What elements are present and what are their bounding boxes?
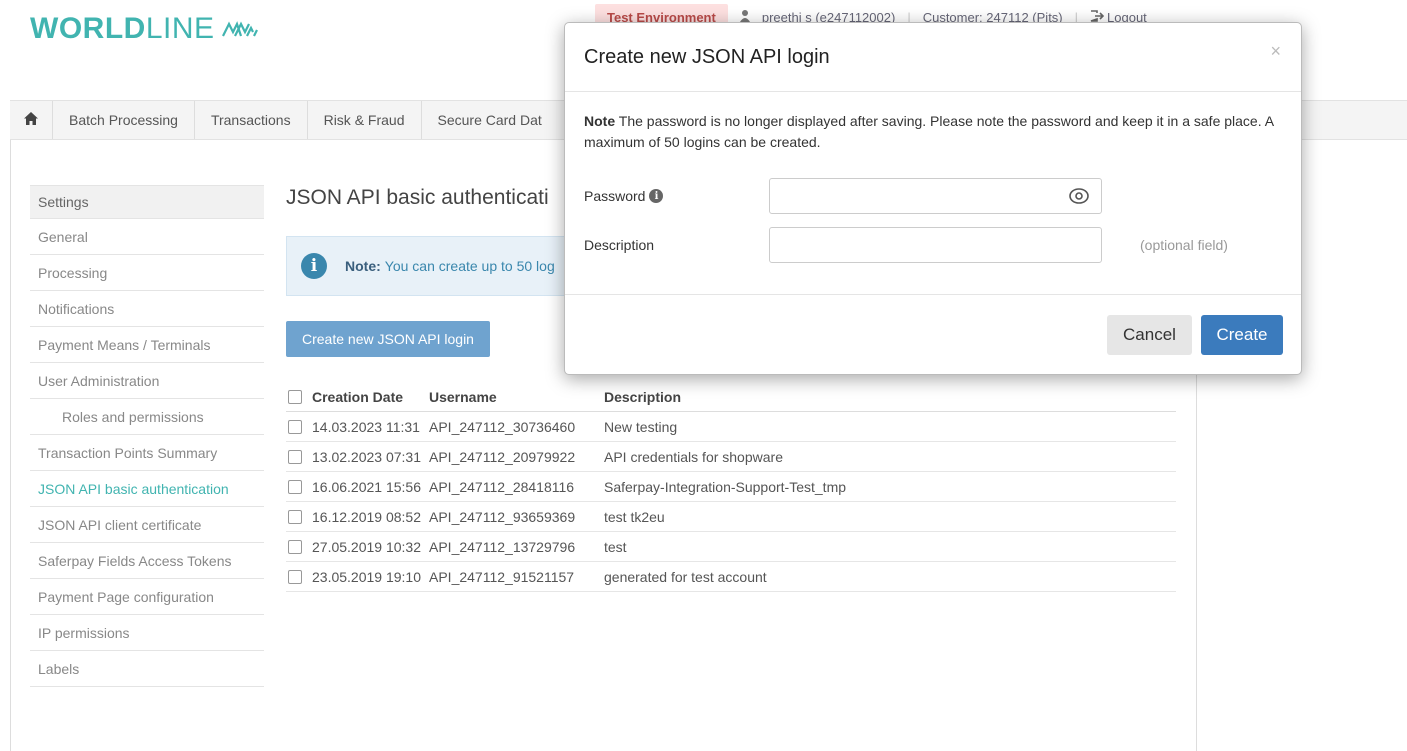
cell-description: test tk2eu xyxy=(604,508,665,525)
select-all-checkbox[interactable] xyxy=(288,389,302,404)
password-field[interactable] xyxy=(769,178,1102,214)
cell-username: API_247112_13729796 xyxy=(429,538,576,555)
settings-sidebar: Settings General Processing Notification… xyxy=(30,185,264,687)
cell-username: API_247112_20979922 xyxy=(429,448,576,465)
table-header-row: Creation Date Username Description xyxy=(286,382,1176,412)
modal-body: Note The password is no longer displayed… xyxy=(565,92,1301,172)
cell-description: Saferpay-Integration-Support-Test_tmp xyxy=(604,478,847,495)
modal-footer: Cancel Create xyxy=(565,294,1301,375)
description-label: Description xyxy=(584,237,655,253)
modal-note-text: The password is no longer displayed afte… xyxy=(584,113,1274,150)
info-icon: i xyxy=(301,253,327,279)
sidebar-item-labels[interactable]: Labels xyxy=(30,651,264,687)
sidebar-item-transaction-points[interactable]: Transaction Points Summary xyxy=(30,435,264,471)
cell-date: 16.12.2019 08:52 xyxy=(312,508,421,525)
cell-description: New testing xyxy=(604,418,678,435)
nav-risk-fraud[interactable]: Risk & Fraud xyxy=(308,101,422,139)
table-row[interactable]: 16.12.2019 08:52 API_247112_93659369 tes… xyxy=(286,502,1176,532)
sidebar-item-json-api-client-cert[interactable]: JSON API client certificate xyxy=(30,507,264,543)
nav-transactions[interactable]: Transactions xyxy=(195,101,308,139)
nav-secure-card-data[interactable]: Secure Card Dat xyxy=(422,101,558,139)
cell-description: generated for test account xyxy=(604,568,767,585)
modal-note: Note The password is no longer displayed… xyxy=(584,111,1282,153)
info-alert: i Note: You can create up to 50 log xyxy=(286,236,576,296)
sidebar-item-ip-permissions[interactable]: IP permissions xyxy=(30,615,264,651)
table-row[interactable]: 14.03.2023 11:31 API_247112_30736460 New… xyxy=(286,412,1176,442)
info-note-label: Note: xyxy=(345,258,381,274)
col-description[interactable]: Description xyxy=(602,389,681,405)
sidebar-item-json-api-basic-auth[interactable]: JSON API basic authentication xyxy=(30,471,264,507)
row-checkbox[interactable] xyxy=(288,449,302,464)
create-login-modal: Create new JSON API login × Note The pas… xyxy=(564,22,1302,375)
description-field[interactable] xyxy=(769,227,1102,263)
password-row: Password i xyxy=(584,178,1102,214)
sidebar-item-saferpay-fields-tokens[interactable]: Saferpay Fields Access Tokens xyxy=(30,543,264,579)
cell-username: API_247112_30736460 xyxy=(429,418,576,435)
logins-table: Creation Date Username Description 14.03… xyxy=(286,382,1176,592)
col-creation-date[interactable]: Creation Date xyxy=(302,389,417,405)
cell-date: 27.05.2019 10:32 xyxy=(312,538,421,555)
sidebar-item-processing[interactable]: Processing xyxy=(30,255,264,291)
create-json-api-login-button[interactable]: Create new JSON API login xyxy=(286,321,490,357)
cell-date: 23.05.2019 19:10 xyxy=(312,568,421,585)
table-row[interactable]: 23.05.2019 19:10 API_247112_91521157 gen… xyxy=(286,562,1176,592)
cell-date: 14.03.2023 11:31 xyxy=(312,418,420,435)
cell-username: API_247112_28418116 xyxy=(429,478,575,495)
modal-header: Create new JSON API login × xyxy=(565,23,1301,92)
info-icon[interactable]: i xyxy=(649,189,664,203)
page-title: JSON API basic authenticati xyxy=(286,186,549,209)
nav-batch-processing[interactable]: Batch Processing xyxy=(53,101,195,139)
sidebar-item-notifications[interactable]: Notifications xyxy=(30,291,264,327)
logo-waves-icon xyxy=(221,21,258,37)
cell-username: API_247112_93659369 xyxy=(429,508,576,525)
cell-username: API_247112_91521157 xyxy=(429,568,575,585)
cancel-button[interactable]: Cancel xyxy=(1107,315,1192,355)
table-row[interactable]: 13.02.2023 07:31 API_247112_20979922 API… xyxy=(286,442,1176,472)
nav-home[interactable] xyxy=(10,101,53,139)
eye-icon[interactable] xyxy=(1069,187,1089,208)
logo-light-text: LINE xyxy=(145,12,215,45)
password-label-wrap: Password i xyxy=(584,188,769,204)
sidebar-item-payment-means[interactable]: Payment Means / Terminals xyxy=(30,327,264,363)
col-username[interactable]: Username xyxy=(417,389,602,405)
cell-date: 16.06.2021 15:56 xyxy=(312,478,421,495)
create-button[interactable]: Create xyxy=(1201,315,1283,355)
table-row[interactable]: 27.05.2019 10:32 API_247112_13729796 tes… xyxy=(286,532,1176,562)
row-checkbox[interactable] xyxy=(288,419,302,434)
row-checkbox[interactable] xyxy=(288,509,302,524)
home-icon xyxy=(24,112,38,128)
modal-note-label: Note xyxy=(584,113,616,129)
row-checkbox[interactable] xyxy=(288,569,302,584)
cell-description: API credentials for shopware xyxy=(604,448,783,465)
optional-hint: (optional field) xyxy=(1140,237,1228,253)
row-checkbox[interactable] xyxy=(288,479,302,494)
info-note-text: You can create up to 50 log xyxy=(384,258,555,274)
modal-title: Create new JSON API login xyxy=(584,45,830,68)
cell-description: test xyxy=(604,538,627,555)
sidebar-item-user-administration[interactable]: User Administration xyxy=(30,363,264,399)
table-row[interactable]: 16.06.2021 15:56 API_247112_28418116 Saf… xyxy=(286,472,1176,502)
description-row: Description (optional field) xyxy=(584,227,1228,263)
logo-bold-text: WORLD xyxy=(30,12,146,45)
password-label: Password xyxy=(584,188,646,204)
cell-date: 13.02.2023 07:31 xyxy=(312,448,421,465)
sidebar-item-roles-permissions[interactable]: Roles and permissions xyxy=(30,399,264,435)
sidebar-item-general[interactable]: General xyxy=(30,219,264,255)
close-icon[interactable]: × xyxy=(1270,41,1281,62)
worldline-logo[interactable]: WORLD LINE xyxy=(30,12,261,46)
sidebar-heading: Settings xyxy=(30,185,264,219)
sidebar-item-payment-page-config[interactable]: Payment Page configuration xyxy=(30,579,264,615)
row-checkbox[interactable] xyxy=(288,539,302,554)
